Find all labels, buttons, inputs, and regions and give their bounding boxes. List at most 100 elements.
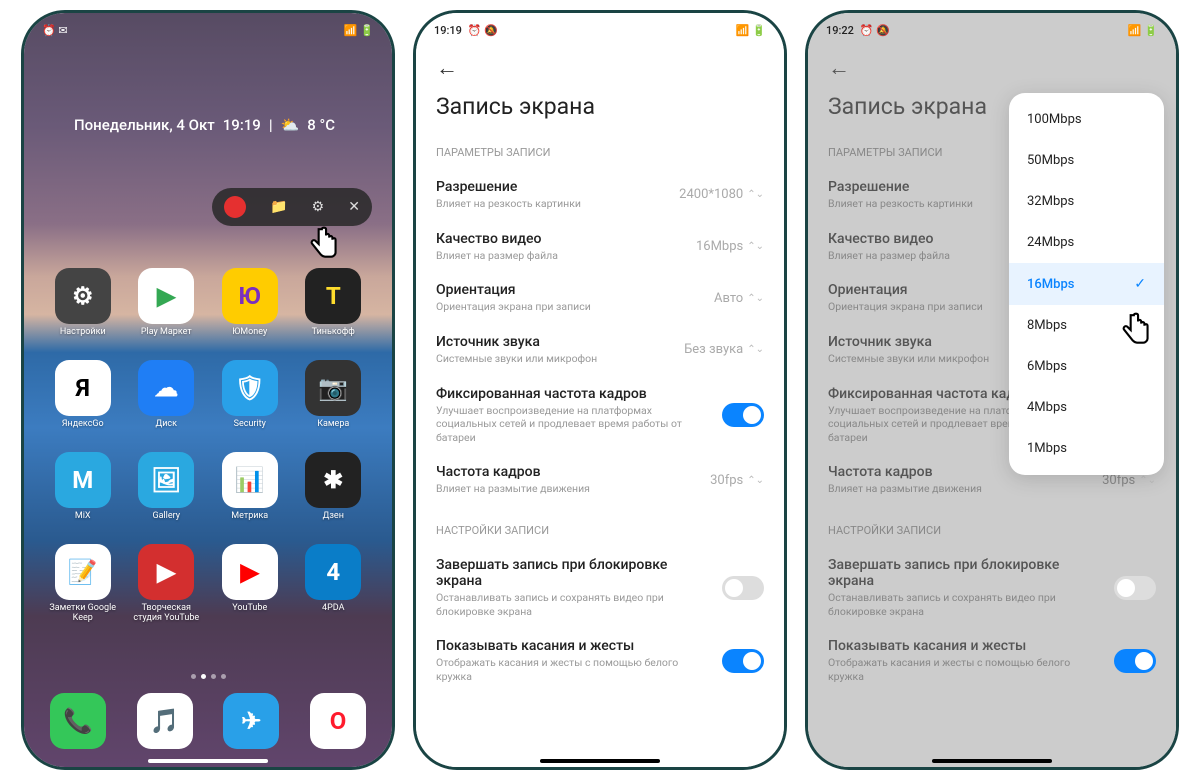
app-label: Security <box>234 420 266 430</box>
app-label: Тинькофф <box>312 328 355 338</box>
toggle[interactable] <box>722 649 764 673</box>
recorder-toolbar[interactable]: 📁 ⚙ ✕ <box>212 188 372 226</box>
app-Диск[interactable]: ☁Диск <box>130 360 204 430</box>
status-icons-left: ⏰ ✉ <box>42 24 68 37</box>
row-value: 16Mbps⌃⌄ <box>696 239 764 254</box>
app-icon: 📷 <box>305 360 361 416</box>
setting-row[interactable]: Ориентация Ориентация экрана при записи Ав… <box>416 272 784 324</box>
status-bar: ⏰ ✉ 📶 🔋 <box>24 13 392 43</box>
app-MiX[interactable]: M MiX <box>46 452 120 522</box>
dock-app[interactable]: ✈ <box>223 693 279 749</box>
row-value: 30fps⌃⌄ <box>710 473 764 488</box>
row-title: Качество видео <box>436 231 686 247</box>
app-Камера[interactable]: 📷 Камера <box>297 360 371 430</box>
popup-option[interactable]: 24Mbps <box>1009 222 1164 263</box>
section-header: ПАРАМЕТРЫ ЗАПИСИ <box>416 138 784 169</box>
popup-option[interactable]: 100Mbps <box>1009 99 1164 140</box>
row-value: Авто⌃⌄ <box>714 291 764 306</box>
row-subtitle: Улучшает воспроизведение на платформах с… <box>436 404 712 445</box>
setting-row[interactable]: Фиксированная частота кадров Улучшает вос… <box>416 376 784 455</box>
app-Творческая студия YouTube[interactable]: ▶Творческая студия YouTube <box>130 544 204 624</box>
folder-icon[interactable]: 📁 <box>270 199 287 215</box>
toggle[interactable] <box>722 576 764 600</box>
setting-row[interactable]: Завершать запись при блокировке экранаОс… <box>416 547 784 628</box>
row-subtitle: Ориентация экрана при записи <box>436 300 704 314</box>
row-subtitle: Влияет на резкость картинки <box>436 197 669 211</box>
app-label: Дзен <box>323 512 344 522</box>
popup-option[interactable]: 1Mbps <box>1009 428 1164 469</box>
app-icon: ▶ <box>222 544 278 600</box>
app-Дзен[interactable]: ✱Дзен <box>297 452 371 522</box>
weather-widget[interactable]: Понедельник, 4 Окт 19:19 | ⛅ 8 °С <box>74 116 335 134</box>
row-value: Без звука⌃⌄ <box>684 342 764 357</box>
app-label: ЯндексGo <box>62 420 104 430</box>
app-icon: 📊 <box>222 452 278 508</box>
app-icon: 📝 <box>55 544 111 600</box>
row-title: Показывать касания и жесты <box>828 638 1104 654</box>
popup-option[interactable]: 32Mbps <box>1009 181 1164 222</box>
row-title: Разрешение <box>436 179 669 195</box>
app-Настройки[interactable]: ⚙Настройки <box>46 268 120 338</box>
setting-row[interactable]: Источник звукаСистемные звуки или микроф… <box>416 324 784 376</box>
app-label: Настройки <box>60 328 106 338</box>
row-title: Ориентация <box>436 282 704 298</box>
row-title: Завершать запись при блокировке экрана <box>436 557 712 589</box>
dock-app[interactable]: 🎵 <box>137 693 193 749</box>
section-header: НАСТРОЙКИ ЗАПИСИ <box>416 516 784 547</box>
page-title: Запись экрана <box>416 87 784 138</box>
dock-app[interactable]: O <box>310 693 366 749</box>
back-button[interactable]: ← <box>416 43 784 87</box>
app-icon: ▶ <box>138 544 194 600</box>
app-label: Gallery <box>152 512 180 522</box>
page-dots <box>24 674 392 679</box>
app-Play Маркет[interactable]: ▶ Play Маркет <box>130 268 204 338</box>
row-subtitle: Отображать касания и жесты с помощью бел… <box>436 656 712 683</box>
row-subtitle: Останавливать запись и сохранять видео п… <box>436 591 712 618</box>
app-Метрика[interactable]: 📊Метрика <box>213 452 287 522</box>
app-ЯндексGo[interactable]: ЯЯндексGo <box>46 360 120 430</box>
app-icon: 🛡 <box>222 360 278 416</box>
popup-option[interactable]: 16Mbps✓ <box>1009 263 1164 305</box>
app-4PDA[interactable]: 44PDA <box>297 544 371 624</box>
record-button[interactable] <box>224 196 246 218</box>
row-subtitle: Отображать касания и жесты с помощью бел… <box>828 656 1104 683</box>
app-label: Play Маркет <box>141 328 192 338</box>
back-button[interactable]: ← <box>808 43 1176 87</box>
app-icon: M <box>55 452 111 508</box>
dock-app[interactable]: 📞 <box>50 693 106 749</box>
setting-row[interactable]: Показывать касания и жесты Отображать кас… <box>808 628 1176 693</box>
app-label: MiX <box>75 512 91 522</box>
row-title: Фиксированная частота кадров <box>436 386 712 402</box>
app-Тинькофф[interactable]: TТинькофф <box>297 268 371 338</box>
app-Security[interactable]: 🛡 Security <box>213 360 287 430</box>
app-Заметки Google Keep[interactable]: 📝Заметки Google Keep <box>46 544 120 624</box>
setting-row[interactable]: Показывать касания и жестыОтображать кас… <box>416 628 784 693</box>
app-YouTube[interactable]: ▶YouTube <box>213 544 287 624</box>
popup-option[interactable]: 50Mbps <box>1009 140 1164 181</box>
home-indicator[interactable] <box>148 759 268 763</box>
popup-option[interactable]: 6Mbps <box>1009 346 1164 387</box>
chevron-updown-icon: ⌃⌄ <box>747 241 764 252</box>
home-indicator[interactable] <box>932 759 1052 763</box>
row-subtitle: Останавливать запись и сохранять видео п… <box>828 591 1104 618</box>
app-icon: ☁ <box>138 360 194 416</box>
toggle[interactable] <box>722 403 764 427</box>
popup-option[interactable]: 4Mbps <box>1009 387 1164 428</box>
gear-icon[interactable]: ⚙ <box>312 199 325 215</box>
chevron-updown-icon: ⌃⌄ <box>747 344 764 355</box>
app-icon: ▶ <box>138 268 194 324</box>
weather-icon: ⛅ <box>281 116 300 134</box>
setting-row[interactable]: РазрешениеВлияет на резкость картинки240… <box>416 169 784 221</box>
check-icon: ✓ <box>1134 276 1146 292</box>
app-label: 4PDA <box>322 604 344 614</box>
setting-row[interactable]: Частота кадровВлияет на размытие движени… <box>416 454 784 506</box>
setting-row[interactable]: Завершать запись при блокировке экранаОс… <box>808 547 1176 628</box>
setting-row[interactable]: Качество видеоВлияет на размер файла16Mb… <box>416 221 784 273</box>
app-label: Камера <box>317 420 349 430</box>
home-indicator[interactable] <box>540 759 660 763</box>
toggle[interactable] <box>1114 649 1156 673</box>
toggle[interactable] <box>1114 576 1156 600</box>
app-ЮMoney[interactable]: ЮЮMoney <box>213 268 287 338</box>
app-Gallery[interactable]: 🖼Gallery <box>130 452 204 522</box>
close-icon[interactable]: ✕ <box>348 199 360 215</box>
